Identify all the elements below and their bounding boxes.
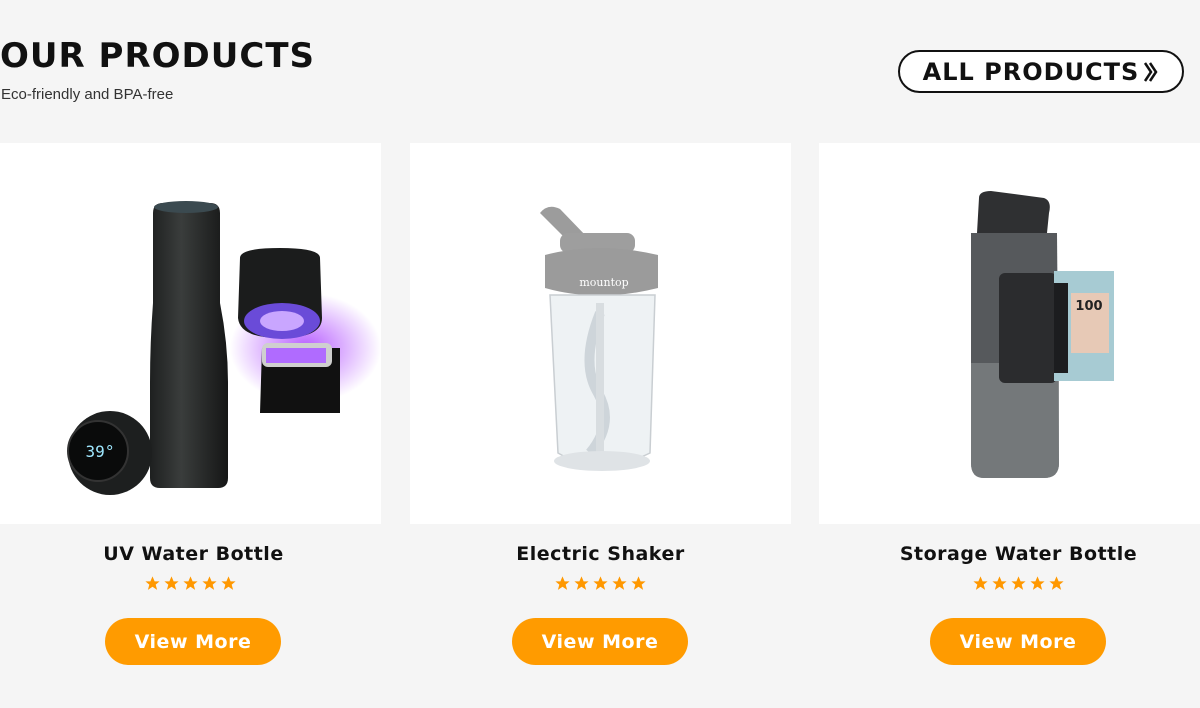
star-icon (611, 575, 628, 596)
rating-stars (828, 575, 1200, 596)
double-chevron-right-icon (1143, 61, 1159, 83)
star-icon (592, 575, 609, 596)
star-icon (573, 575, 590, 596)
star-icon (201, 575, 218, 596)
all-products-button[interactable]: ALL PRODUCTS (898, 50, 1184, 93)
bottle-display-text: 39° (86, 442, 115, 461)
storage-card-text: 100 (1075, 299, 1102, 314)
star-icon (972, 575, 989, 596)
section-title: OUR PRODUCTS (0, 36, 315, 76)
view-more-button-uv-water-bottle[interactable]: View More (105, 618, 281, 665)
product-card-uv-water-bottle[interactable]: 39° (0, 143, 381, 524)
section-subtitle: Eco-friendly and BPA-free (1, 86, 174, 103)
star-icon (554, 575, 571, 596)
star-icon (220, 575, 237, 596)
view-more-button-storage-water-bottle[interactable]: View More (930, 618, 1106, 665)
star-icon (182, 575, 199, 596)
storage-water-bottle-image: 100 (971, 191, 1114, 478)
star-icon (1048, 575, 1065, 596)
star-icon (991, 575, 1008, 596)
product-name-storage-water-bottle[interactable]: Storage Water Bottle (828, 543, 1200, 565)
product-card-storage-water-bottle[interactable]: 100 (819, 143, 1200, 524)
star-icon (630, 575, 647, 596)
rating-stars (410, 575, 791, 596)
shaker-brand-text: mountop (579, 276, 628, 289)
product-name-electric-shaker[interactable]: Electric Shaker (410, 543, 791, 565)
product-card-electric-shaker[interactable]: mountop (410, 143, 791, 524)
star-icon (144, 575, 161, 596)
star-icon (1029, 575, 1046, 596)
rating-stars (0, 575, 381, 596)
uv-water-bottle-image: 39° (67, 201, 381, 495)
view-more-button-electric-shaker[interactable]: View More (512, 618, 688, 665)
electric-shaker-image: mountop (540, 206, 658, 471)
product-name-uv-water-bottle[interactable]: UV Water Bottle (3, 543, 384, 565)
all-products-label: ALL PRODUCTS (922, 57, 1140, 86)
star-icon (163, 575, 180, 596)
star-icon (1010, 575, 1027, 596)
